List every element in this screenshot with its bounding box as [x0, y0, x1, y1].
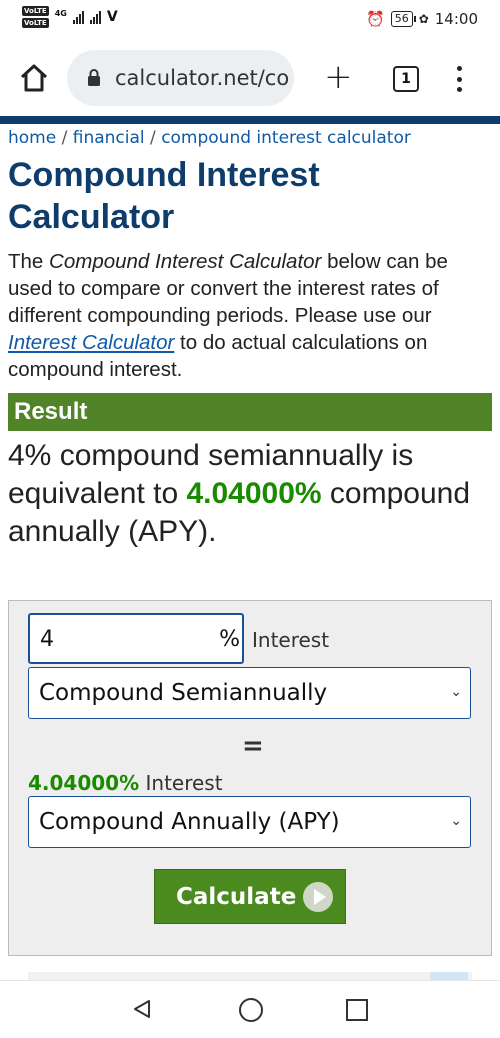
output-interest-text: Interest — [139, 771, 223, 795]
back-icon[interactable] — [131, 998, 153, 1024]
clock: 14:00 — [434, 10, 478, 28]
from-compound-select[interactable]: Compound Semiannually ⌄ — [28, 667, 471, 719]
site-header-bar — [0, 116, 500, 124]
volte-badge-2: VoLTE — [22, 18, 49, 28]
battery-icon: 56 — [390, 11, 416, 27]
overflow-menu-icon[interactable] — [457, 66, 463, 92]
lock-icon — [87, 69, 101, 87]
intro-paragraph: The Compound Interest Calculator below c… — [8, 248, 492, 383]
interest-rate-input[interactable]: 4 % — [28, 613, 244, 664]
status-left: VoLTE VoLTE 4G V — [22, 6, 118, 28]
play-icon — [303, 882, 333, 912]
home-icon[interactable] — [18, 62, 50, 94]
breadcrumb-current[interactable]: compound interest calculator — [161, 128, 411, 148]
system-nav-bar — [0, 980, 500, 1038]
result-heading: Result — [8, 393, 492, 431]
alarm-icon: ⏰ — [366, 10, 385, 28]
equals-sign: = — [242, 731, 264, 761]
breadcrumb: home / financial / compound interest cal… — [8, 128, 492, 148]
to-compound-select[interactable]: Compound Annually (APY) ⌄ — [28, 796, 471, 848]
breadcrumb-financial[interactable]: financial — [73, 128, 145, 148]
result-text: 4% compound semiannually is equivalent t… — [8, 437, 492, 551]
volte-badge-1: VoLTE — [22, 6, 49, 16]
vpn-icon: V — [106, 9, 118, 25]
interest-rate-value: 4 — [40, 627, 54, 652]
intro-emphasis: Compound Interest Calculator — [49, 250, 322, 273]
breadcrumb-separator: / — [56, 128, 73, 148]
chevron-down-icon: ⌄ — [450, 684, 462, 700]
output-interest-value: 4.04000% — [28, 771, 140, 795]
breadcrumb-separator: / — [144, 128, 162, 148]
to-compound-value: Compound Annually (APY) — [39, 809, 340, 835]
network-type: 4G — [54, 8, 67, 18]
recent-apps-icon[interactable] — [346, 999, 368, 1021]
status-right: ⏰ 56 ✿ 14:00 — [366, 10, 478, 28]
tab-switcher-button[interactable]: 1 — [393, 66, 419, 92]
home-circle-icon[interactable] — [239, 998, 263, 1022]
leaf-icon: ✿ — [418, 12, 429, 26]
address-bar[interactable]: calculator.net/co — [67, 50, 294, 106]
interest-label: Interest — [252, 628, 330, 652]
new-tab-icon[interactable]: + — [324, 60, 353, 94]
calculator-form: 4 % Interest Compound Semiannually ⌄ = 4… — [8, 600, 492, 956]
from-compound-value: Compound Semiannually — [39, 680, 328, 706]
chevron-down-icon: ⌄ — [450, 813, 462, 829]
percent-unit: % — [219, 627, 240, 652]
url-text: calculator.net/co — [115, 66, 290, 90]
result-value: 4.04000% — [186, 477, 322, 510]
intro-text: The — [8, 250, 50, 273]
signal-icon — [72, 10, 84, 24]
main-content: home / financial / compound interest cal… — [8, 124, 492, 551]
signal-icon-2 — [89, 10, 101, 24]
browser-toolbar: calculator.net/co + 1 — [0, 40, 500, 118]
interest-calculator-link[interactable]: Interest Calculator — [8, 331, 174, 354]
output-interest-label: 4.04000% Interest — [28, 771, 223, 795]
status-bar: VoLTE VoLTE 4G V ⏰ 56 ✿ 14:00 — [0, 0, 500, 40]
page-title: Compound Interest Calculator — [8, 156, 320, 236]
calculate-label: Calculate — [176, 884, 297, 910]
breadcrumb-home[interactable]: home — [8, 128, 56, 148]
calculate-button[interactable]: Calculate — [154, 869, 346, 924]
